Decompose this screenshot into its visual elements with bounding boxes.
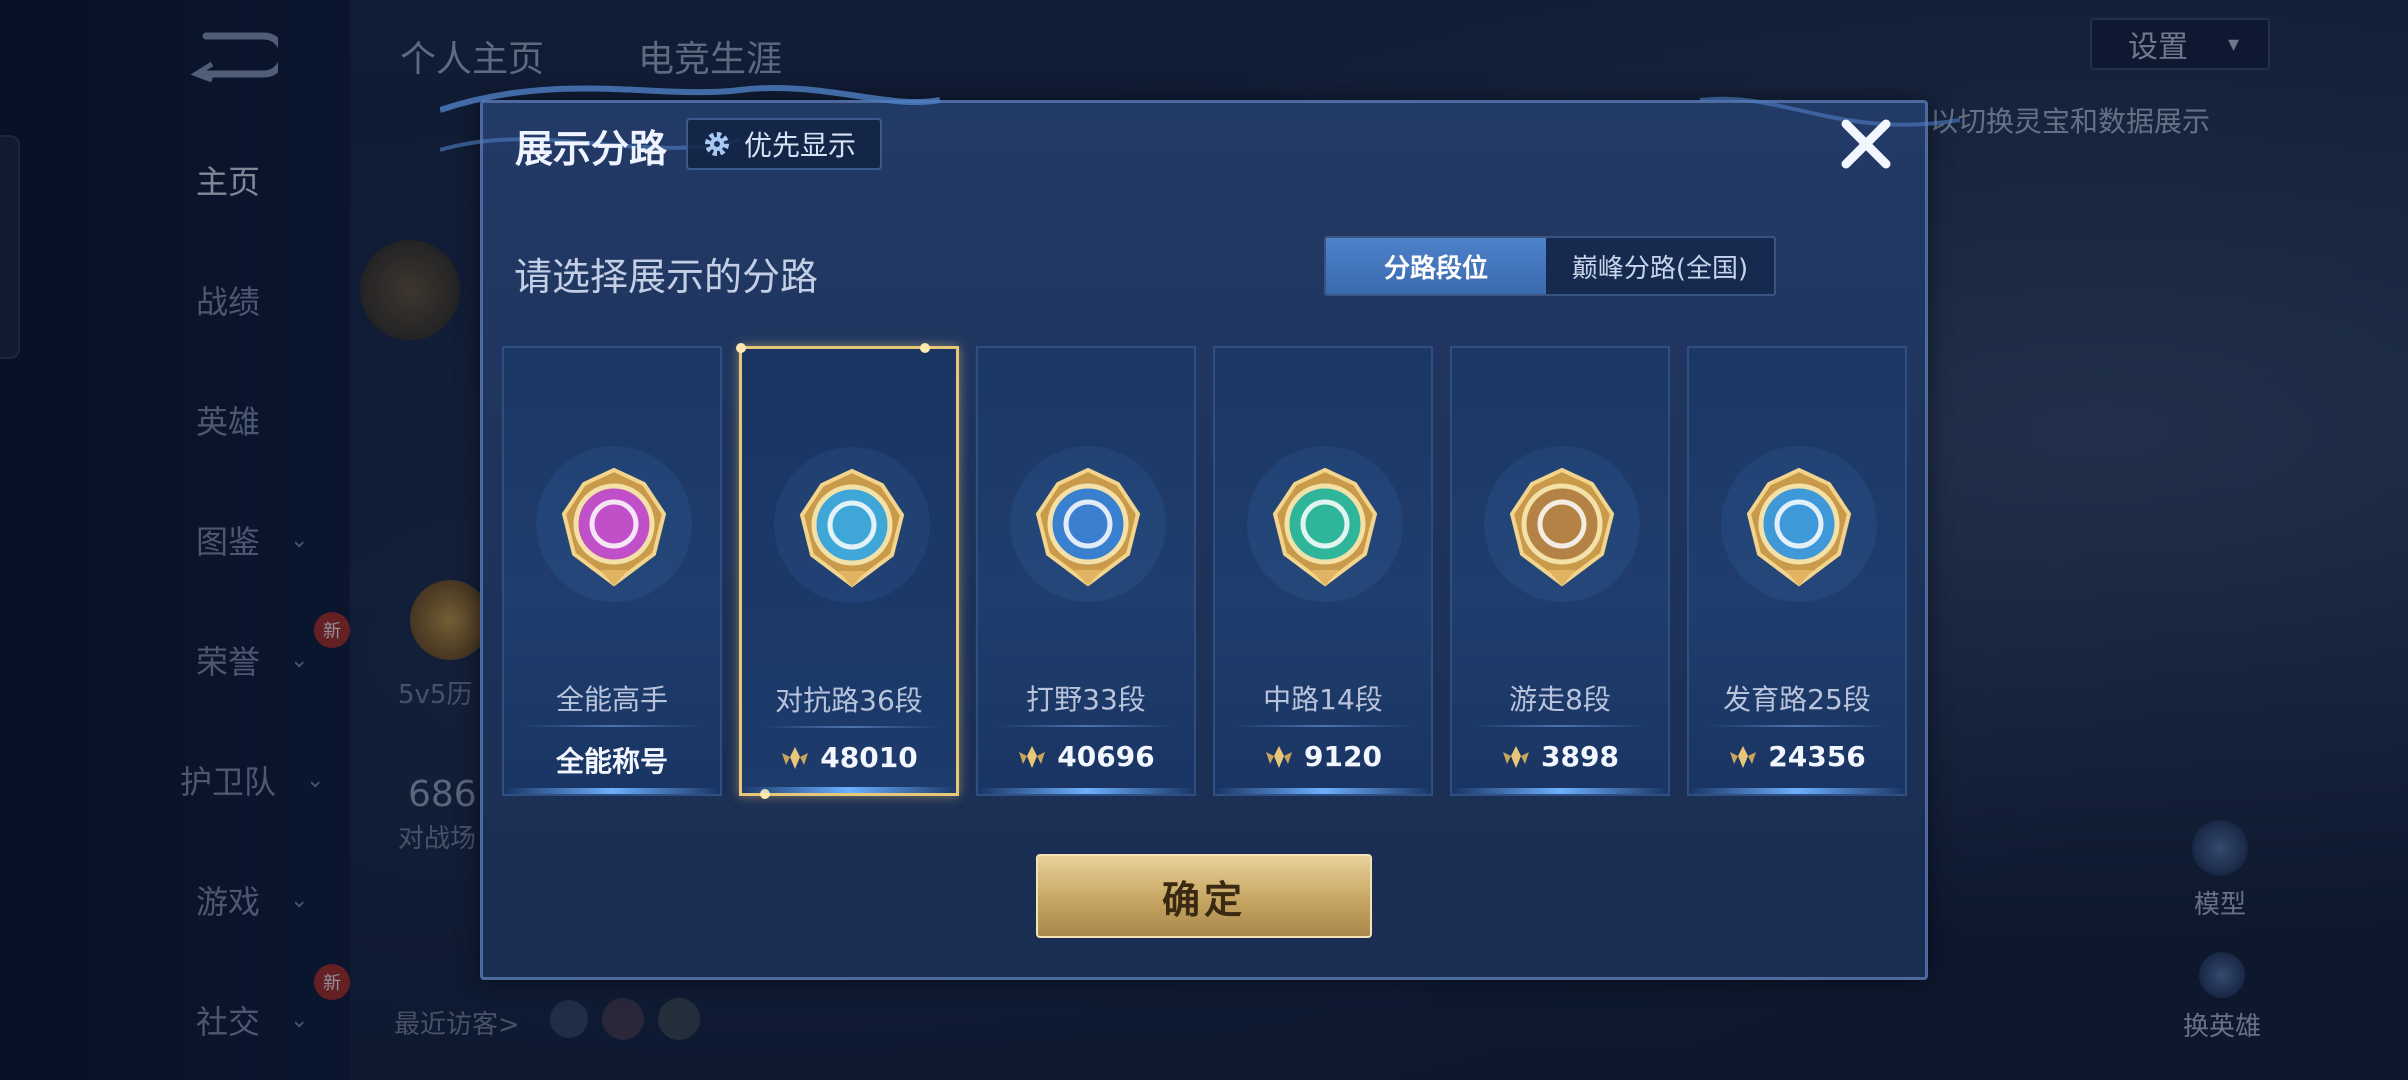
lane-emblem-icon: [1484, 446, 1640, 602]
lane-emblem-icon: [1247, 446, 1403, 602]
tab-lane-rank[interactable]: 分路段位: [1326, 238, 1546, 294]
card-glow: [742, 787, 956, 793]
lane-name: 全能高手: [555, 683, 668, 716]
lane-emblem-icon: [774, 447, 930, 603]
lane-name: 对抗路36段: [775, 684, 923, 717]
lane-name: 发育路25段: [1723, 683, 1871, 716]
dialog-ornament: [1700, 96, 1960, 127]
dialog-title: 展示分路: [515, 127, 668, 171]
dialog-prompt: 请选择展示的分路: [514, 255, 819, 299]
divider: [1472, 725, 1648, 727]
close-icon[interactable]: [1836, 114, 1896, 174]
divider: [524, 725, 700, 727]
card-roam[interactable]: 游走8段 3898: [1450, 346, 1670, 796]
card-glow: [978, 788, 1194, 794]
corner-dot: [736, 343, 746, 353]
lane-emblem-icon: [1721, 446, 1877, 602]
lane-emblem-icon: [1010, 446, 1166, 602]
card-glow: [1689, 788, 1905, 794]
view-segmented-control: 分路段位 巅峰分路(全国): [1324, 236, 1776, 296]
tab-peak-lane[interactable]: 巅峰分路(全国): [1546, 238, 1774, 294]
card-glow: [1452, 788, 1668, 794]
card-jungle[interactable]: 打野33段 40696: [976, 346, 1196, 796]
corner-dot: [920, 343, 930, 353]
lane-score: 3898: [1452, 740, 1668, 773]
score-value: 40696: [1057, 740, 1155, 773]
points-icon: [1503, 745, 1530, 768]
points-icon: [782, 746, 809, 769]
score-value: 全能称号: [555, 745, 668, 778]
card-glow: [504, 788, 720, 794]
score-value: 24356: [1768, 740, 1866, 773]
card-glow: [1215, 788, 1431, 794]
lane-name: 打野33段: [1026, 683, 1146, 716]
score-value: 9120: [1304, 740, 1382, 773]
divider: [1235, 725, 1411, 727]
gear-icon: [705, 132, 729, 156]
lane-score: 48010: [742, 741, 956, 774]
score-value: 48010: [820, 741, 918, 774]
lane-emblem-icon: [536, 446, 692, 602]
divider: [998, 725, 1174, 727]
card-all-rounder[interactable]: 全能高手 全能称号: [502, 346, 722, 796]
score-value: 3898: [1541, 740, 1619, 773]
card-clash-lane[interactable]: 对抗路36段 48010: [736, 343, 959, 799]
lane-name: 游走8段: [1509, 683, 1611, 716]
confirm-button[interactable]: 确定: [1036, 854, 1372, 938]
card-mid-lane[interactable]: 中路14段 9120: [1213, 346, 1433, 796]
priority-display-button[interactable]: 优先显示: [686, 118, 882, 170]
points-icon: [1266, 745, 1293, 768]
lane-score: 全能称号: [504, 740, 720, 780]
lane-score: 40696: [978, 740, 1194, 773]
points-icon: [1730, 745, 1757, 768]
divider: [1709, 725, 1885, 727]
lane-score: 9120: [1215, 740, 1431, 773]
divider: [762, 726, 938, 728]
lane-score: 24356: [1689, 740, 1905, 773]
card-farm-lane[interactable]: 发育路25段 24356: [1687, 346, 1907, 796]
points-icon: [1019, 745, 1046, 768]
lane-name: 中路14段: [1263, 683, 1383, 716]
